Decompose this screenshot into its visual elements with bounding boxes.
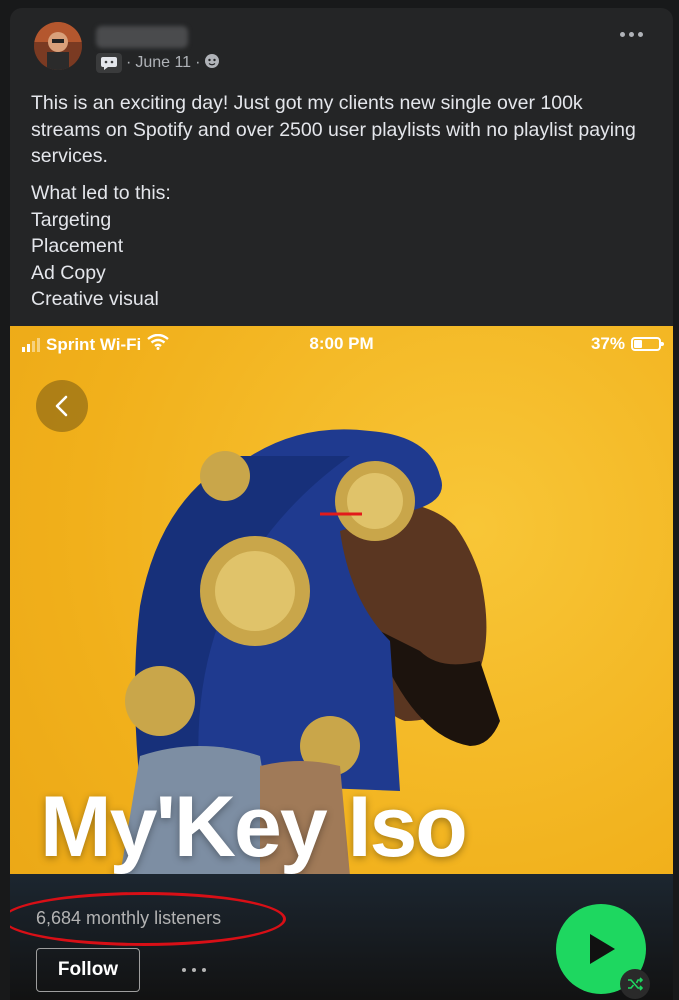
- chevron-left-icon: [55, 395, 68, 417]
- chat-bubble-icon[interactable]: [96, 53, 122, 73]
- artist-actions-panel: 6,684 monthly listeners Follow: [10, 874, 673, 1000]
- follow-button[interactable]: Follow: [36, 948, 140, 992]
- battery-icon: [631, 337, 664, 351]
- steps-list: What led to this: Targeting Placement Ad…: [31, 180, 171, 313]
- shuffle-icon[interactable]: [620, 969, 650, 999]
- step-item: Ad Copy: [31, 261, 106, 284]
- post-date[interactable]: June 11: [135, 54, 191, 72]
- back-button[interactable]: [36, 380, 88, 432]
- globe-icon[interactable]: [204, 53, 220, 74]
- step-item: Placement: [31, 235, 124, 257]
- meta-separator: ·: [126, 54, 132, 71]
- meta-separator: ·: [195, 54, 201, 71]
- step-item: Targeting: [31, 208, 112, 231]
- battery-percent: 37%: [590, 334, 625, 353]
- phone-status-bar: Sprint Wi-Fi 8:00 PM 37%: [10, 326, 673, 362]
- author-avatar[interactable]: [34, 22, 82, 70]
- post-meta: · June 11 ·: [96, 52, 220, 74]
- artist-name: My'Key Iso: [40, 779, 468, 875]
- red-annotation-ellipse: [10, 892, 286, 946]
- play-icon: [590, 934, 615, 964]
- step-item: Creative visual: [31, 288, 159, 310]
- more-horizontal-icon[interactable]: [620, 32, 643, 37]
- more-options-icon[interactable]: [182, 968, 206, 972]
- steps-heading: What led to this:: [31, 182, 171, 204]
- status-time: 8:00 PM: [309, 334, 374, 353]
- facebook-post-card: · June 11 · This is an exciting day! Jus…: [10, 8, 673, 1000]
- author-name-blurred[interactable]: [96, 26, 188, 48]
- spotify-screenshot[interactable]: Sprint Wi-Fi 8:00 PM 37% My'Key Iso 6,68…: [10, 326, 673, 1000]
- post-body: This is an exciting day! Just got my cli…: [31, 92, 636, 167]
